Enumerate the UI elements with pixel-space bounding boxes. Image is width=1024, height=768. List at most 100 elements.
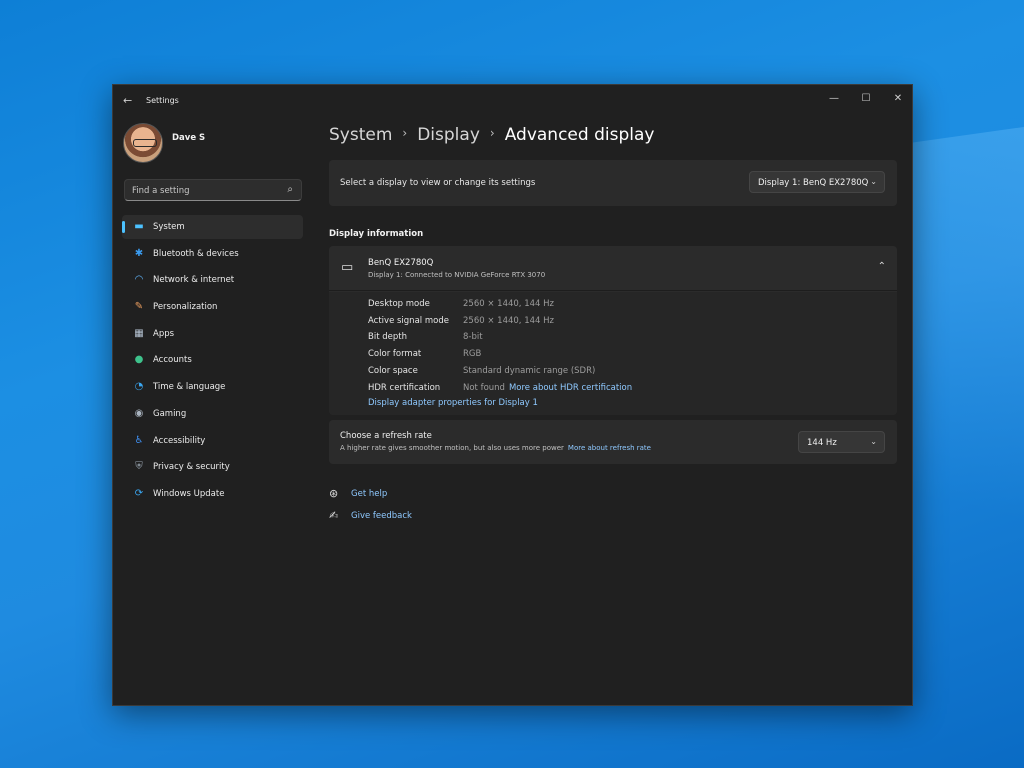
- spec-row: Desktop mode 2560 × 1440, 144 Hz: [368, 299, 888, 313]
- globe-clock-icon: ◔: [134, 381, 144, 393]
- profile-name: Dave S: [172, 133, 206, 143]
- apps-icon: ▦: [134, 327, 144, 339]
- refresh-rate-title: Choose a refresh rate: [340, 431, 432, 441]
- spec-value-text: 2560 × 1440, 144 Hz: [463, 315, 554, 326]
- sidebar-item-apps[interactable]: ▦ Apps: [122, 322, 303, 346]
- display-dropdown[interactable]: Display 1: BenQ EX2780Q ⌄: [749, 171, 885, 193]
- spec-row: Bit depth 8-bit: [368, 332, 888, 346]
- refresh-rate-description-text: A higher rate gives smoother motion, but…: [340, 444, 564, 452]
- display-connection-info: Display 1: Connected to NVIDIA GeForce R…: [368, 271, 546, 279]
- spec-value: 2560 × 1440, 144 Hz: [463, 299, 554, 309]
- search-icon[interactable]: ⌕: [287, 184, 293, 195]
- minimize-button[interactable]: —: [819, 89, 849, 109]
- refresh-rate-link[interactable]: More about refresh rate: [568, 444, 651, 452]
- sidebar-item-windows-update[interactable]: ⟳ Windows Update: [122, 482, 303, 506]
- display-adapter-properties-link[interactable]: Display adapter properties for Display 1: [368, 398, 538, 408]
- display-name: BenQ EX2780Q: [368, 258, 434, 268]
- display-select-label: Select a display to view or change its s…: [340, 178, 536, 188]
- sidebar-item-label: Time & language: [153, 382, 226, 393]
- display-info-header[interactable]: ▭ BenQ EX2780Q Display 1: Connected to N…: [329, 246, 897, 291]
- sidebar-item-privacy-security[interactable]: ⛨ Privacy & security: [122, 455, 303, 479]
- spec-row: Color space Standard dynamic range (SDR): [368, 366, 888, 380]
- sidebar-item-personalization[interactable]: ✎ Personalization: [122, 295, 303, 319]
- chevron-up-icon[interactable]: ⌃: [878, 261, 886, 272]
- brush-icon: ✎: [134, 301, 144, 313]
- spec-value-text: 2560 × 1440, 144 Hz: [463, 299, 554, 309]
- spec-value: 2560 × 1440, 144 Hz: [463, 316, 554, 326]
- spec-label: Bit depth: [368, 332, 407, 343]
- sidebar-item-accessibility[interactable]: ♿ Accessibility: [122, 429, 303, 453]
- spec-value-text: Standard dynamic range (SDR): [463, 365, 596, 376]
- give-feedback-label: Give feedback: [351, 511, 412, 521]
- sidebar-item-label: Network & internet: [153, 275, 235, 286]
- spec-value-text: Not found: [463, 382, 505, 393]
- person-icon: ●: [134, 354, 144, 366]
- refresh-rate-dropdown[interactable]: 144 Hz ⌄: [798, 431, 885, 453]
- sidebar-nav: ▬ System ✱ Bluetooth & devices ◠ Network & in…: [122, 215, 303, 509]
- sidebar-item-label: Privacy & security: [153, 462, 230, 473]
- sidebar-item-gaming[interactable]: ◉ Gaming: [122, 402, 303, 426]
- sidebar-item-accounts[interactable]: ● Accounts: [122, 348, 303, 372]
- sidebar-item-system[interactable]: ▬ System: [122, 215, 303, 239]
- accessibility-icon: ♿: [134, 434, 144, 446]
- sidebar-item-bluetooth-devices[interactable]: ✱ Bluetooth & devices: [122, 242, 303, 266]
- breadcrumb-item-display[interactable]: Display: [417, 125, 480, 145]
- refresh-rate-card: Choose a refresh rate A higher rate give…: [329, 420, 897, 464]
- chevron-right-icon: ›: [402, 126, 408, 140]
- display-info-card: ▭ BenQ EX2780Q Display 1: Connected to N…: [329, 246, 897, 415]
- chevron-right-icon: ›: [489, 126, 495, 140]
- sidebar-item-label: System: [153, 222, 185, 232]
- spec-value-text: RGB: [463, 349, 482, 360]
- sidebar-item-label: Personalization: [153, 302, 218, 313]
- sidebar-item-label: Accessibility: [153, 435, 206, 446]
- spec-row: Active signal mode 2560 × 1440, 144 Hz: [368, 316, 888, 330]
- breadcrumb-item-system[interactable]: System: [329, 125, 392, 145]
- sidebar-item-label: Bluetooth & devices: [153, 248, 239, 259]
- bluetooth-icon: ✱: [134, 247, 144, 259]
- chevron-down-icon: ⌄: [870, 437, 877, 446]
- avatar: [123, 123, 163, 163]
- sidebar-item-label: Windows Update: [153, 488, 225, 499]
- refresh-rate-description: A higher rate gives smoother motion, but…: [340, 444, 651, 452]
- spec-label: Desktop mode: [368, 299, 430, 309]
- app-title: Settings: [146, 96, 179, 105]
- get-help-label: Get help: [351, 489, 388, 499]
- page-title: Advanced display: [504, 125, 655, 145]
- chevron-down-icon: ⌄: [870, 177, 877, 186]
- shield-icon: ⛨: [135, 461, 143, 473]
- hdr-certification-link[interactable]: More about HDR certification: [509, 383, 632, 393]
- display-info-details: Display adapter properties for Display 1…: [329, 292, 897, 415]
- spec-value-text: 8-bit: [463, 332, 483, 343]
- close-button[interactable]: ✕: [883, 89, 913, 109]
- refresh-rate-value: 144 Hz: [807, 438, 837, 448]
- search-input[interactable]: Find a setting: [132, 186, 190, 196]
- spec-row: HDR certification Not found More about HDR…: [368, 383, 888, 397]
- spec-label: HDR certification: [368, 382, 441, 393]
- sidebar-item-label: Apps: [153, 328, 175, 339]
- settings-window: ← Settings — ☐ ✕ Dave S Find a setting ⌕…: [112, 84, 913, 706]
- spec-label: Active signal mode: [368, 315, 449, 326]
- help-icon: ⊛: [329, 487, 339, 500]
- search-box[interactable]: Find a setting ⌕: [124, 179, 302, 201]
- sidebar-item-network-internet[interactable]: ◠ Network & internet: [122, 268, 303, 292]
- back-arrow-icon[interactable]: ←: [123, 94, 132, 107]
- feedback-icon: ✍: [329, 509, 339, 522]
- title-bar: ← Settings — ☐ ✕: [113, 85, 912, 117]
- sidebar-item-time-language[interactable]: ◔ Time & language: [122, 375, 303, 399]
- display-dropdown-value: Display 1: BenQ EX2780Q: [758, 178, 869, 188]
- spec-value: Standard dynamic range (SDR): [463, 366, 595, 376]
- monitor-icon: ▭: [341, 260, 354, 275]
- breadcrumb: System › Display › Advanced display: [329, 125, 654, 145]
- spec-row: Color format RGB: [368, 349, 888, 363]
- gamepad-icon: ◉: [134, 407, 144, 419]
- section-title-display-information: Display information: [329, 229, 424, 239]
- update-icon: ⟳: [134, 487, 144, 499]
- spec-value: 8-bit: [463, 332, 483, 342]
- display-select-card: Select a display to view or change its s…: [329, 160, 897, 206]
- spec-value: Not found More about HDR certification: [463, 383, 632, 393]
- maximize-button[interactable]: ☐: [851, 89, 881, 109]
- sidebar-item-label: Gaming: [153, 408, 187, 419]
- sidebar-item-label: Accounts: [153, 355, 192, 366]
- user-profile[interactable]: Dave S: [123, 123, 313, 165]
- wifi-icon: ◠: [134, 274, 144, 286]
